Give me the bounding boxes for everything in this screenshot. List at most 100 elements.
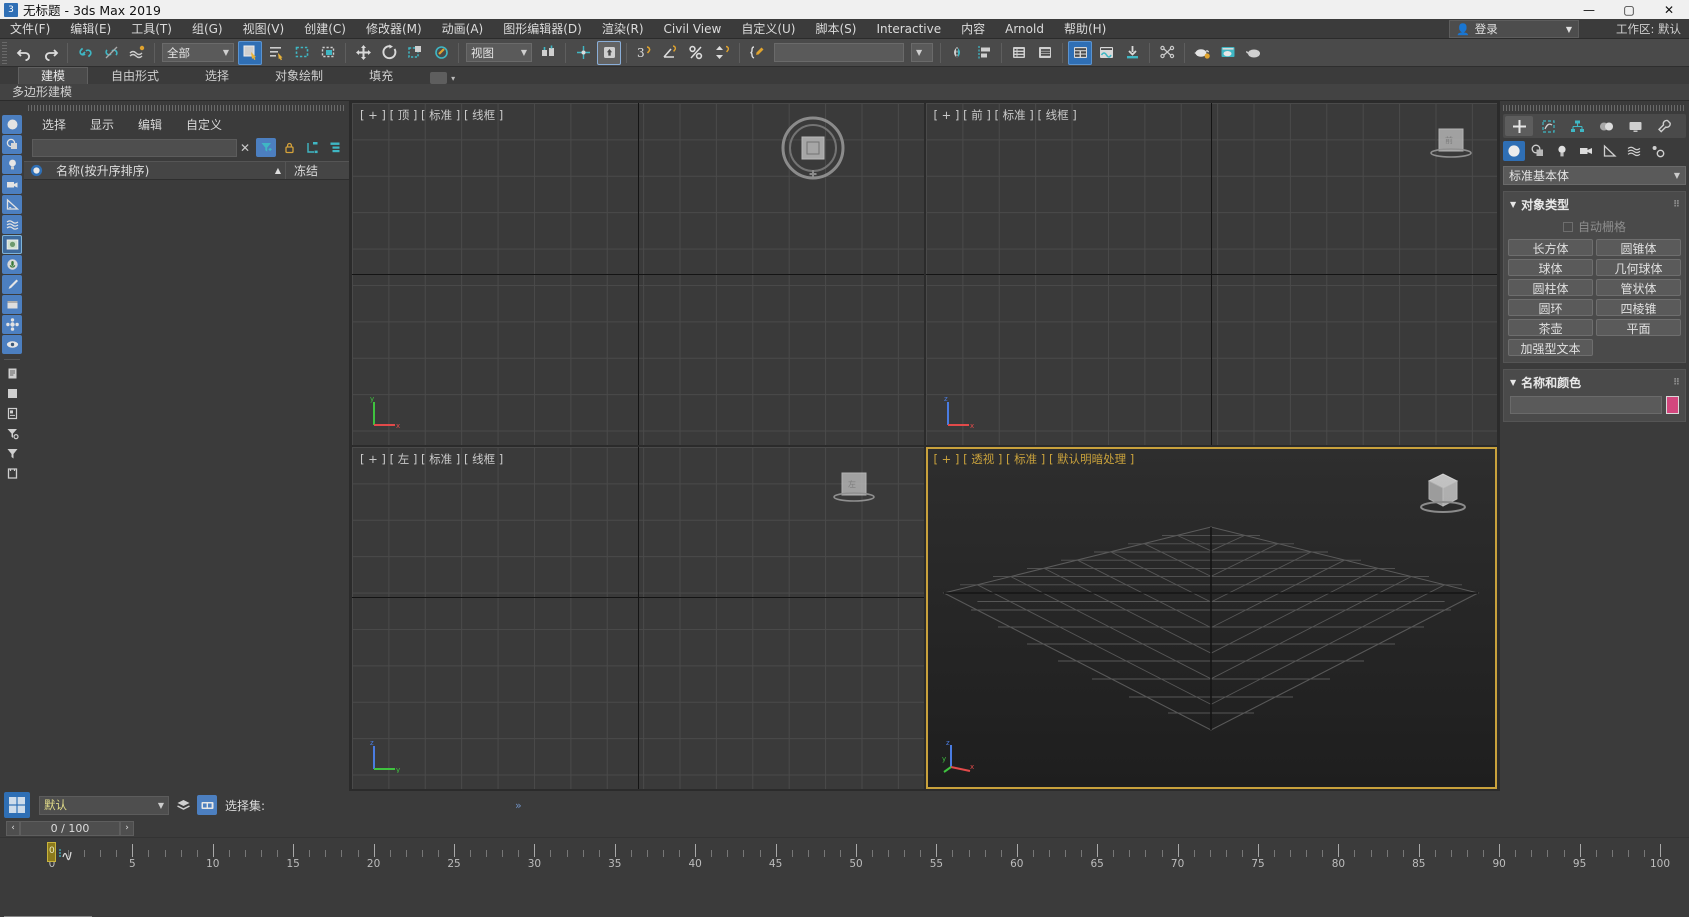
motion-tab[interactable]	[1592, 116, 1620, 136]
overflow-icon[interactable]: »	[515, 799, 522, 812]
layers-icon[interactable]	[173, 795, 193, 815]
viewcube-left-icon[interactable]: 左	[826, 461, 882, 517]
selection-filter-dropdown[interactable]: 全部 ▼	[162, 43, 234, 62]
create-geosphere-button[interactable]: 几何球体	[1596, 259, 1681, 276]
percent-snap-toggle-button[interactable]	[684, 41, 708, 65]
create-torus-button[interactable]: 圆环	[1508, 299, 1593, 316]
select-and-scale-button[interactable]	[403, 41, 427, 65]
ribbon-tab-populate[interactable]: 填充	[346, 67, 416, 84]
filter-toggle-button[interactable]	[256, 138, 276, 157]
select-and-rotate-button[interactable]	[377, 41, 401, 65]
particle-view-button[interactable]	[1155, 41, 1179, 65]
select-uniform-scale-button[interactable]	[597, 40, 621, 65]
ribbon-tab-freeform[interactable]: 自由形式	[88, 67, 182, 84]
align-button[interactable]	[972, 41, 996, 65]
column-header-frozen[interactable]: 冻结	[285, 162, 349, 179]
helpers-icon[interactable]	[1599, 141, 1621, 161]
menu-item-interactive[interactable]: Interactive	[866, 19, 951, 39]
sort-ascending-icon[interactable]: ▲	[275, 166, 281, 175]
create-text-plus-button[interactable]: 加强型文本	[1508, 339, 1593, 356]
geometry-icon[interactable]	[1503, 141, 1525, 161]
viewcube-front-icon[interactable]: 前	[1423, 117, 1479, 173]
lights-icon[interactable]	[1551, 141, 1573, 161]
next-frame-small-button[interactable]: ›	[120, 820, 134, 836]
snaps-toggle-button[interactable]: 3	[632, 41, 656, 65]
rollout-grip-icon[interactable]: ⠿	[1673, 200, 1681, 210]
viewcube-perspective-icon[interactable]	[1411, 461, 1475, 525]
tree-collapse-button[interactable]	[325, 138, 345, 157]
viewport-perspective[interactable]: [ + ] [ 透视 ] [ 标准 ] [ 默认明暗处理 ] z x y	[925, 447, 1497, 789]
menu-item-content[interactable]: 内容	[951, 19, 995, 39]
named-selection-sets-field[interactable]	[774, 43, 904, 62]
list-icon[interactable]	[2, 404, 22, 423]
select-and-move-button[interactable]	[351, 41, 375, 65]
search-input[interactable]	[32, 138, 237, 157]
material-browser-button[interactable]	[1216, 41, 1240, 65]
camera-icon[interactable]	[2, 175, 22, 194]
rectangular-selection-region-button[interactable]	[290, 41, 314, 65]
explorer-menu-display[interactable]: 显示	[90, 116, 114, 133]
close-button[interactable]: ✕	[1649, 0, 1689, 19]
select-and-place-button[interactable]	[429, 41, 453, 65]
doc-icon[interactable]	[2, 364, 22, 383]
rendered-frame-window-button[interactable]	[1094, 41, 1118, 65]
menu-item-animation[interactable]: 动画(A)	[432, 19, 494, 39]
explorer-object-list[interactable]	[24, 219, 349, 791]
visibility-column-icon[interactable]	[24, 164, 48, 177]
viewport-label-top[interactable]: [ + ] [ 顶 ] [ 标准 ] [ 线框 ]	[360, 107, 503, 123]
menu-item-customize[interactable]: 自定义(U)	[731, 19, 805, 39]
spacewarps-icon[interactable]	[1623, 141, 1645, 161]
viewport-label-front[interactable]: [ + ] [ 前 ] [ 标准 ] [ 线框 ]	[934, 107, 1077, 123]
viewport-front[interactable]: [ + ] [ 前 ] [ 标准 ] [ 线框 ] 前 z x	[925, 103, 1497, 445]
use-center-button[interactable]	[571, 41, 595, 65]
viewport-label-left[interactable]: [ + ] [ 左 ] [ 标准 ] [ 线框 ]	[360, 451, 503, 467]
viewcube-top-icon[interactable]	[778, 113, 848, 183]
menu-item-views[interactable]: 视图(V)	[233, 19, 295, 39]
window-crossing-toggle-button[interactable]	[316, 41, 340, 65]
systems-icon[interactable]	[1647, 141, 1669, 161]
ribbon-tab-selection[interactable]: 选择	[182, 67, 252, 84]
menu-item-arnold[interactable]: Arnold	[995, 19, 1054, 39]
autogrid-checkbox-row[interactable]: 自动栅格	[1508, 216, 1681, 239]
rollout-grip-icon[interactable]: ⠿	[1673, 378, 1681, 388]
object-name-field[interactable]	[1510, 396, 1662, 414]
column-header-name[interactable]: 名称(按升序排序)	[48, 162, 275, 179]
shapes-icon[interactable]	[1527, 141, 1549, 161]
paint-icon[interactable]	[2, 275, 22, 294]
object-color-swatch[interactable]	[1666, 396, 1679, 414]
tree-expand-button[interactable]	[302, 138, 322, 157]
workspace-selector[interactable]: 工作区: 默认	[1616, 21, 1681, 37]
explorer-menu-select[interactable]: 选择	[42, 116, 66, 133]
box-icon[interactable]	[2, 295, 22, 314]
shapes-icon[interactable]	[2, 135, 22, 154]
menu-item-scripting[interactable]: 脚本(S)	[805, 19, 866, 39]
ribbon-minimize-icon[interactable]	[430, 72, 448, 84]
image-icon[interactable]	[2, 235, 22, 254]
menu-item-civil-view[interactable]: Civil View	[654, 19, 732, 39]
menu-item-help[interactable]: 帮助(H)	[1054, 19, 1116, 39]
viewport-label-perspective[interactable]: [ + ] [ 透视 ] [ 标准 ] [ 默认明暗处理 ]	[934, 451, 1135, 467]
viewport-left[interactable]: [ + ] [ 左 ] [ 标准 ] [ 线框 ] 左 z y	[352, 447, 924, 789]
square-icon[interactable]	[2, 384, 22, 403]
toolbar-grip[interactable]	[2, 41, 7, 64]
scene-explorer-button[interactable]	[1033, 41, 1057, 65]
create-pyramid-button[interactable]: 四棱锥	[1596, 299, 1681, 316]
menu-item-graph-editors[interactable]: 图形编辑器(D)	[493, 19, 592, 39]
helper-icon[interactable]	[2, 195, 22, 214]
sphere-icon[interactable]	[2, 115, 22, 134]
unlink-selection-button[interactable]	[99, 41, 123, 65]
menu-item-group[interactable]: 组(G)	[182, 19, 233, 39]
clear-search-icon[interactable]: ✕	[237, 141, 253, 155]
time-slider-handle[interactable]: 0	[47, 842, 56, 862]
create-tube-button[interactable]: 管状体	[1596, 279, 1681, 296]
selection-set-icon[interactable]	[197, 795, 217, 815]
frame-counter[interactable]: 0 / 100	[20, 820, 120, 836]
redo-button[interactable]	[38, 41, 62, 65]
eye-icon[interactable]	[2, 335, 22, 354]
angle-snap-toggle-button[interactable]	[658, 41, 682, 65]
autogrid-checkbox[interactable]	[1562, 221, 1573, 232]
filter-icon[interactable]	[2, 444, 22, 463]
render-production-button[interactable]	[1120, 41, 1144, 65]
create-teapot-button[interactable]: 茶壶	[1508, 319, 1593, 336]
cameras-icon[interactable]	[1575, 141, 1597, 161]
